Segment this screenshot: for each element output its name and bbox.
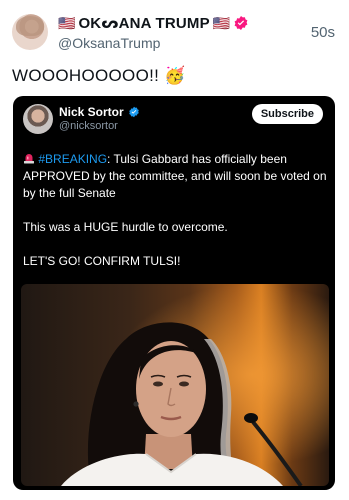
quoted-author-name[interactable]: Nick Sortor — [59, 105, 124, 119]
siren-icon — [24, 154, 34, 164]
author-name-row[interactable]: 🇺🇸 OKᔕANA TRUMP 🇺🇸 — [58, 13, 249, 33]
verified-badge-icon — [234, 16, 248, 30]
post-timestamp[interactable]: 50s — [311, 24, 335, 41]
quoted-paragraph-1: #BREAKING: Tulsi Gabbard has officially … — [23, 151, 327, 202]
quoted-tweet[interactable]: Nick Sortor @nicksortor Subscribe #BREAK… — [13, 96, 335, 490]
quoted-author-name-row[interactable]: Nick Sortor — [59, 105, 140, 119]
author-avatar[interactable] — [12, 14, 48, 50]
subscribe-button[interactable]: Subscribe — [251, 104, 323, 124]
us-flag-icon: 🇺🇸 — [58, 15, 76, 31]
us-flag-icon: 🇺🇸 — [212, 15, 231, 31]
quoted-author-avatar[interactable] — [23, 104, 53, 134]
tweet[interactable]: 🇺🇸 OKᔕANA TRUMP 🇺🇸 @OksanaTrump 50s WOOO… — [0, 0, 349, 500]
breaking-hashtag[interactable]: #BREAKING — [38, 152, 107, 166]
quoted-paragraph-2: This was a HUGE hurdle to overcome. — [23, 220, 228, 234]
tweet-text: WOOOHOOOOO!! 🥳 — [12, 66, 186, 85]
photo-illustration — [21, 284, 329, 486]
author-display-name[interactable]: OKᔕANA TRUMP — [78, 14, 209, 32]
quoted-author-handle[interactable]: @nicksortor — [59, 120, 118, 132]
quoted-tweet-photo[interactable] — [21, 284, 329, 486]
quoted-paragraph-3: LET'S GO! CONFIRM TULSI! — [23, 254, 181, 268]
quoted-tweet-text: #BREAKING: Tulsi Gabbard has officially … — [23, 151, 327, 287]
author-handle[interactable]: @OksanaTrump — [58, 35, 160, 51]
verified-badge-icon — [128, 106, 139, 118]
